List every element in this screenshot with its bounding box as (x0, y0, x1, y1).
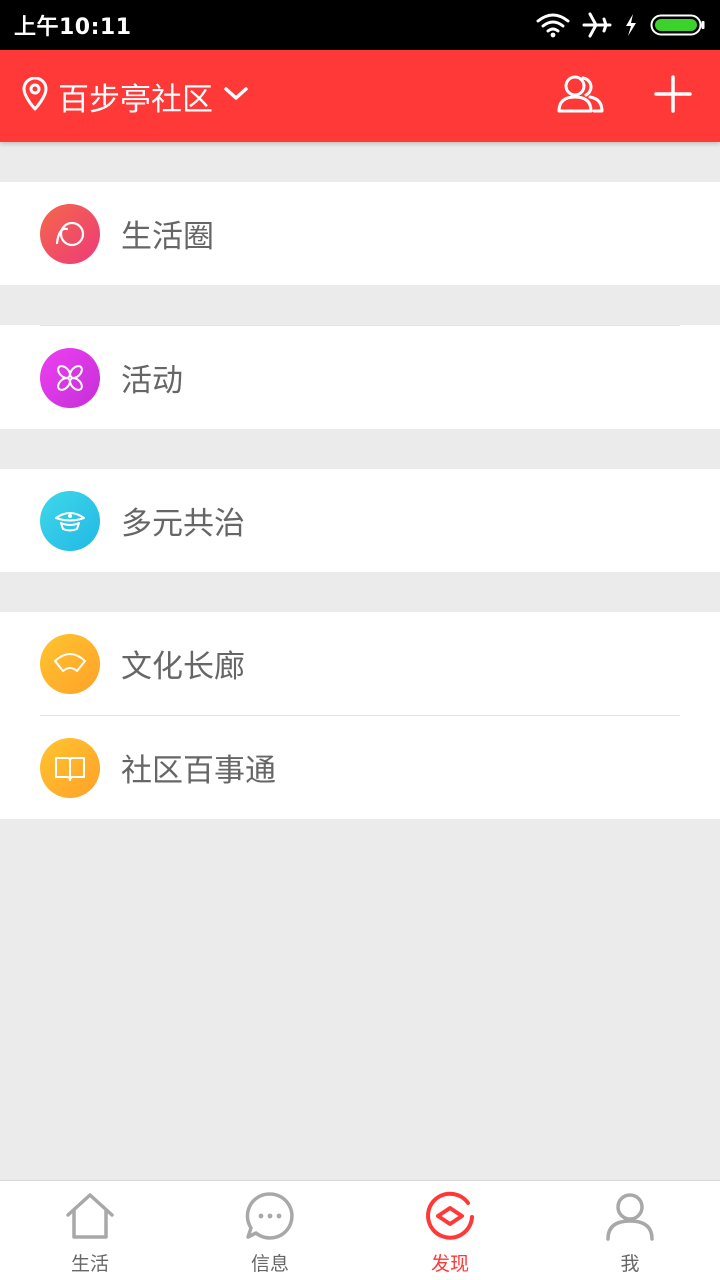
list-item-label: 多元共治 (121, 506, 245, 542)
status-time: 上午10:11 (14, 15, 132, 40)
book-icon (40, 737, 100, 798)
nav-label: 我 (620, 1253, 640, 1275)
list-item-shenghuoquan[interactable]: 生活圈 (0, 182, 720, 285)
list-group-4: 文化长廊 社区百事通 (0, 612, 720, 819)
list-group-2: 活动 (0, 325, 720, 429)
status-icons (536, 11, 706, 39)
nav-label: 信息 (250, 1253, 289, 1275)
pinwheel-icon (40, 347, 100, 408)
list-item-shequbaishitong[interactable]: 社区百事通 (0, 716, 720, 819)
bottom-nav: 生活 信息 发现 我 (0, 1180, 720, 1280)
wifi-icon (536, 12, 570, 38)
add-button[interactable] (654, 75, 692, 117)
nav-item-life[interactable]: 生活 (0, 1181, 180, 1280)
circle-icon (40, 203, 100, 264)
profile-icon (604, 1191, 656, 1245)
list-item-duoyuangongzhi[interactable]: 多元共治 (0, 469, 720, 572)
home-icon (64, 1191, 116, 1245)
fan-icon (40, 633, 100, 694)
list-group-3: 多元共治 (0, 469, 720, 572)
chat-icon (244, 1191, 296, 1245)
location-pin-icon (20, 76, 50, 115)
list-group-1: 生活圈 (0, 182, 720, 285)
cap-icon (40, 490, 100, 551)
location-name: 百步亭社区 (58, 81, 213, 118)
battery-icon (650, 13, 706, 37)
nav-label: 发现 (430, 1253, 469, 1275)
list-item-label: 活动 (121, 363, 183, 399)
list-item-huodong[interactable]: 活动 (0, 326, 720, 429)
nav-item-me[interactable]: 我 (540, 1181, 720, 1280)
status-bar: 上午10:11 (0, 0, 720, 50)
people-icon (556, 73, 606, 119)
location-selector[interactable]: 百步亭社区 (20, 74, 249, 119)
list-item-label: 文化长廊 (121, 649, 245, 685)
list-item-wenhuachanglang[interactable]: 文化长廊 (0, 612, 720, 715)
list-item-label: 社区百事通 (121, 753, 276, 789)
nav-label: 生活 (70, 1253, 109, 1275)
app-header: 百步亭社区 (0, 50, 720, 142)
list-item-label: 生活圈 (121, 219, 214, 255)
chevron-down-icon (223, 86, 249, 106)
airplane-icon (582, 11, 612, 39)
charging-icon (624, 13, 638, 37)
discover-icon (424, 1191, 476, 1245)
nav-item-messages[interactable]: 信息 (180, 1181, 360, 1280)
header-actions (556, 73, 692, 119)
contacts-button[interactable] (556, 73, 606, 119)
plus-icon (654, 75, 692, 117)
nav-item-discover[interactable]: 发现 (360, 1181, 540, 1280)
